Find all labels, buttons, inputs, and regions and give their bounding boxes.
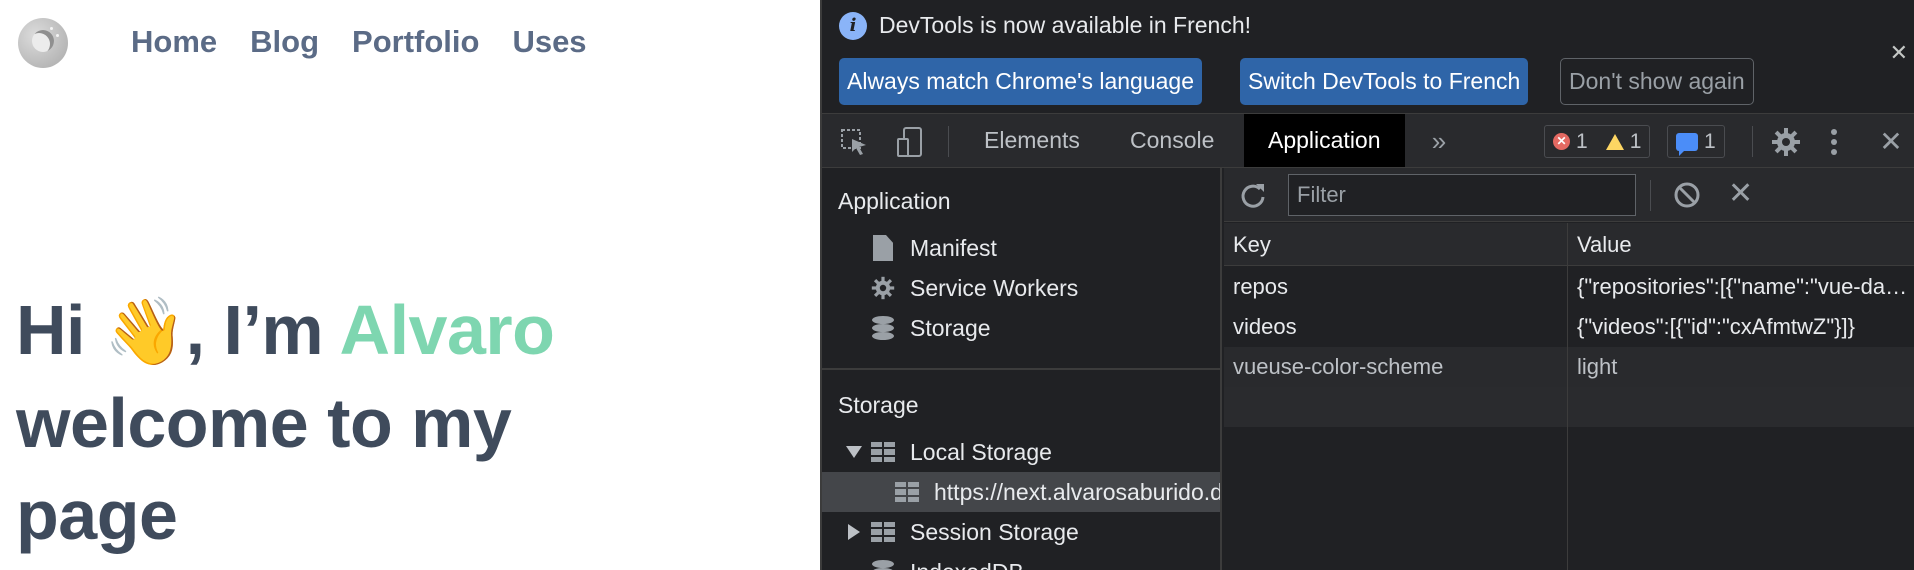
sidebar-item-local-storage-origin[interactable]: https://next.alvarosaburido.dev [894, 472, 1222, 512]
sidebar-item-label: Storage [910, 314, 991, 341]
row-value: {"videos":[{"id":"cxAfmtwZ"}]} [1577, 314, 1855, 339]
empty-table-row [1224, 387, 1914, 427]
application-sidebar: Application Manifest Service Workers Sto… [822, 168, 1222, 570]
inspect-element-icon[interactable] [836, 114, 872, 169]
key-value-table: Key Value repos {"repositories":[{"name"… [1224, 223, 1914, 570]
error-icon: ✕ [1553, 133, 1570, 150]
file-icon [870, 235, 896, 261]
tab-elements[interactable]: Elements [984, 114, 1080, 167]
nav-link-uses[interactable]: Uses [512, 24, 586, 60]
table-row[interactable]: repos {"repositories":[{"name":"vue-dark… [1224, 267, 1914, 307]
refresh-icon[interactable] [1238, 180, 1268, 210]
waving-hand-icon: 👋 [103, 294, 186, 368]
table-row[interactable]: videos {"videos":[{"id":"cxAfmtwZ"}]} [1224, 307, 1914, 347]
gear-icon [870, 275, 896, 301]
hero-greeting: Hi [16, 291, 86, 369]
switch-to-french-button[interactable]: Switch DevTools to French [1240, 58, 1529, 105]
hero-line-3: page [16, 476, 178, 554]
messages-counter[interactable]: 1 [1667, 125, 1725, 158]
row-key: videos [1233, 314, 1297, 339]
database-icon [870, 315, 896, 341]
hero-heading: Hi 👋, I’m Alvaro welcome to my page [16, 284, 555, 561]
more-options-kebab-icon[interactable] [1822, 114, 1846, 169]
storage-filter-bar: ✕ [1224, 168, 1914, 222]
sidebar-item-local-storage[interactable]: Local Storage [846, 432, 1052, 472]
database-icon [870, 559, 896, 570]
column-header-key[interactable]: Key [1224, 223, 1567, 266]
tab-console[interactable]: Console [1130, 114, 1214, 167]
column-separator[interactable] [1567, 223, 1568, 570]
hero-line-2: welcome to my [16, 384, 512, 462]
devtools-toolbar: Elements Console Application » ✕ 1 1 1 ✕ [822, 113, 1914, 168]
sidebar-item-service-workers[interactable]: Service Workers [870, 268, 1078, 308]
storage-view: ✕ Key Value repos {"repositories":[{"nam… [1224, 168, 1914, 570]
message-icon [1676, 132, 1698, 156]
row-value: light [1577, 354, 1618, 379]
device-toolbar-icon[interactable] [892, 114, 928, 169]
nav-link-portfolio[interactable]: Portfolio [352, 24, 479, 60]
moon-shape [32, 30, 54, 52]
column-header-value[interactable]: Value [1568, 223, 1914, 266]
table-row[interactable]: vueuse-color-scheme light [1224, 347, 1914, 387]
warning-count: 1 [1629, 129, 1642, 153]
expanded-triangle-icon [846, 439, 862, 465]
sidebar-item-indexeddb[interactable]: IndexedDB [870, 552, 1024, 570]
sidebar-item-storage[interactable]: Storage [870, 308, 991, 348]
star-dot [56, 34, 59, 37]
website-viewport: Home Blog Portfolio Uses Hi 👋, I’m Alvar… [0, 0, 820, 570]
row-value: {"repositories":[{"name":"vue-dark-mode"… [1577, 274, 1908, 299]
table-grid-icon [870, 519, 896, 545]
infobar-message: DevTools is now available in French! [879, 12, 1252, 38]
sidebar-item-session-storage[interactable]: Session Storage [846, 512, 1079, 552]
sidebar-divider [822, 368, 1220, 370]
table-grid-icon [894, 479, 920, 505]
collapsed-triangle-icon [846, 519, 862, 545]
toolbar-separator [948, 126, 949, 157]
row-key: repos [1233, 274, 1289, 299]
warning-icon [1605, 133, 1624, 150]
site-nav: Home Blog Portfolio Uses [131, 24, 587, 60]
message-count: 1 [1704, 129, 1716, 153]
infobar-close-icon[interactable]: ✕ [1890, 40, 1908, 66]
settings-gear-icon[interactable] [1768, 114, 1804, 169]
tab-application[interactable]: Application [1244, 114, 1405, 167]
sidebar-item-label: https://next.alvarosaburido.dev [934, 478, 1222, 505]
filter-input[interactable] [1288, 174, 1636, 216]
sidebar-header-application: Application [838, 188, 951, 214]
sidebar-item-label: Local Storage [910, 438, 1052, 465]
always-match-language-button[interactable]: Always match Chrome's language [839, 58, 1202, 105]
row-key: vueuse-color-scheme [1233, 354, 1444, 379]
sidebar-item-label: IndexedDB [910, 559, 1024, 570]
error-count: 1 [1576, 129, 1588, 153]
dont-show-again-button[interactable]: Don't show again [1560, 58, 1754, 105]
info-icon: i [839, 12, 867, 40]
filter-separator [1650, 180, 1651, 211]
language-infobar: i DevTools is now available in French! A… [822, 0, 1914, 113]
nav-link-blog[interactable]: Blog [250, 24, 319, 60]
clear-all-icon[interactable] [1672, 180, 1702, 210]
delete-selected-icon[interactable]: ✕ [1728, 176, 1753, 212]
more-tabs-icon[interactable]: » [1424, 114, 1454, 169]
sidebar-item-label: Session Storage [910, 518, 1079, 545]
table-grid-icon [870, 439, 896, 465]
site-logo-moon-icon[interactable] [18, 18, 68, 68]
sidebar-item-label: Service Workers [910, 274, 1079, 301]
nav-link-home[interactable]: Home [131, 24, 217, 60]
close-devtools-icon[interactable]: ✕ [1876, 114, 1906, 169]
devtools-panel: i DevTools is now available in French! A… [820, 0, 1914, 570]
star-dot [50, 27, 53, 30]
hero-im: , I’m [185, 291, 324, 369]
hero-name: Alvaro [339, 291, 555, 369]
sidebar-item-label: Manifest [910, 234, 997, 261]
sidebar-header-storage: Storage [838, 392, 919, 418]
sidebar-item-manifest[interactable]: Manifest [870, 228, 997, 268]
toolbar-separator [1752, 126, 1753, 157]
issues-counter[interactable]: ✕ 1 1 [1544, 125, 1651, 158]
